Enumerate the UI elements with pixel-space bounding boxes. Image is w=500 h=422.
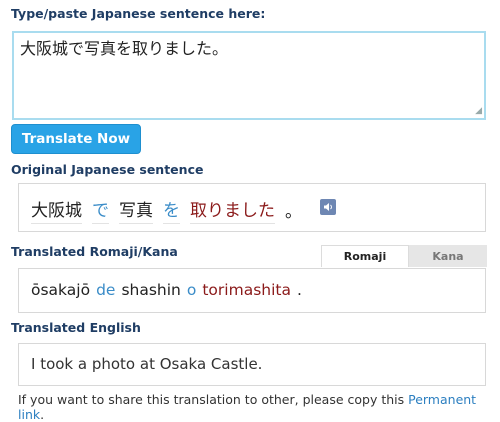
original-sentence-label: Original Japanese sentence bbox=[11, 162, 204, 177]
romaji-token-particle[interactable]: de bbox=[96, 281, 115, 299]
speaker-icon[interactable] bbox=[320, 199, 336, 215]
share-footer: If you want to share this translation to… bbox=[18, 392, 500, 422]
jp-token-noun[interactable]: 写真 bbox=[119, 196, 153, 224]
input-label: Type/paste Japanese sentence here: bbox=[11, 6, 266, 21]
tab-romaji[interactable]: Romaji bbox=[321, 245, 409, 267]
jp-token-particle[interactable]: で bbox=[92, 196, 109, 224]
jp-token-noun[interactable]: 大阪城 bbox=[31, 196, 82, 224]
romaji-kana-label: Translated Romaji/Kana bbox=[11, 244, 178, 259]
japanese-input[interactable]: 大阪城で写真を取りました。 ◢ bbox=[12, 31, 486, 120]
resize-grip-icon[interactable]: ◢ bbox=[473, 107, 482, 116]
english-box: I took a photo at Osaka Castle. bbox=[18, 343, 486, 386]
english-translation: I took a photo at Osaka Castle. bbox=[31, 355, 263, 373]
footer-text: If you want to share this translation to… bbox=[18, 392, 409, 407]
tab-kana[interactable]: Kana bbox=[409, 245, 487, 267]
romaji-token-noun[interactable]: ōsakajō bbox=[31, 281, 90, 299]
original-tokens: 大阪城で写真を取りました。 bbox=[31, 196, 336, 224]
romaji-kana-tabs: Romaji Kana bbox=[321, 245, 487, 267]
footer-suffix: . bbox=[40, 407, 45, 422]
translate-now-button[interactable]: Translate Now bbox=[11, 124, 141, 154]
jp-token-verb[interactable]: 取りました bbox=[190, 196, 275, 224]
romaji-token-punct[interactable]: . bbox=[297, 281, 302, 299]
japanese-input-value: 大阪城で写真を取りました。 bbox=[20, 39, 229, 58]
jp-token-particle[interactable]: を bbox=[163, 196, 180, 224]
romaji-tokens: ōsakajō de shashin o torimashita. bbox=[31, 281, 308, 299]
romaji-token-particle[interactable]: o bbox=[187, 281, 196, 299]
romaji-box: ōsakajō de shashin o torimashita. bbox=[18, 268, 486, 313]
original-sentence-box: 大阪城で写真を取りました。 bbox=[18, 183, 486, 232]
jp-token-punct[interactable]: 。 bbox=[285, 197, 302, 224]
english-label: Translated English bbox=[11, 320, 141, 335]
romaji-token-noun[interactable]: shashin bbox=[121, 281, 180, 299]
romaji-token-verb[interactable]: torimashita bbox=[202, 281, 291, 299]
